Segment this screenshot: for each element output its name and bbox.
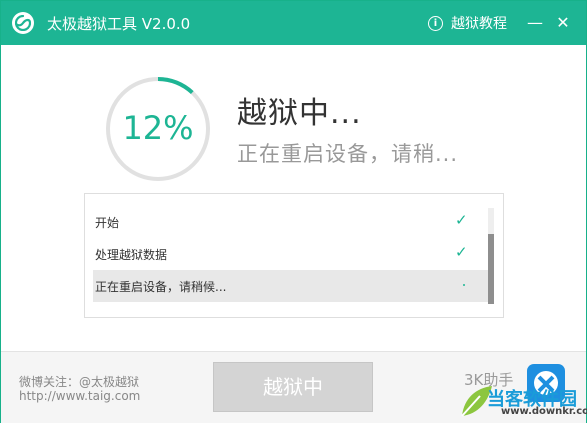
info-icon: i — [428, 15, 443, 31]
taig-logo-icon — [12, 12, 34, 34]
scrollbar-thumb[interactable] — [488, 234, 494, 304]
status-subtitle: 正在重启设备，请稍... — [237, 142, 459, 166]
minimize-button[interactable]: — — [525, 13, 545, 33]
app-title: 太极越狱工具 V2.0.0 — [47, 15, 191, 33]
jailbreak-button[interactable]: 越狱中 — [213, 362, 373, 412]
close-button[interactable]: ✕ — [553, 13, 573, 33]
app-window: 太极越狱工具 V2.0.0 i 越狱教程 — ✕ 12% 越狱中... 正在重启… — [0, 0, 587, 423]
weibo-follow-text: 微博关注：@太极越狱 — [19, 375, 140, 389]
check-icon: ✓ — [455, 211, 468, 229]
jailbreak-tutorial-link[interactable]: i 越狱教程 — [428, 13, 507, 33]
log-row-restarting: 正在重启设备，请稍候... — [93, 270, 489, 302]
log-row-start: 开始 ✓ — [93, 206, 489, 238]
loading-dot-icon — [463, 284, 465, 286]
title-bar[interactable]: 太极越狱工具 V2.0.0 i 越狱教程 — ✕ — [1, 1, 586, 45]
footer: 微博关注：@太极越狱 http://www.taig.com 越狱中 3K助手 … — [1, 351, 587, 423]
tutorial-label: 越狱教程 — [451, 16, 507, 32]
progress-percent: 12% — [122, 109, 194, 147]
log-text: 开始 — [95, 216, 120, 230]
status-title: 越狱中... — [237, 96, 362, 131]
log-text: 正在重启设备，请稍候... — [95, 280, 227, 294]
watermark-url: www.downkr.com — [501, 406, 587, 417]
log-list[interactable]: 开始 ✓ 处理越狱数据 ✓ 正在重启设备，请稍候... — [84, 193, 504, 318]
check-icon: ✓ — [455, 243, 468, 261]
website-link[interactable]: http://www.taig.com — [19, 389, 140, 403]
log-row-process-data: 处理越狱数据 ✓ — [93, 238, 489, 270]
log-text: 处理越狱数据 — [95, 248, 168, 262]
